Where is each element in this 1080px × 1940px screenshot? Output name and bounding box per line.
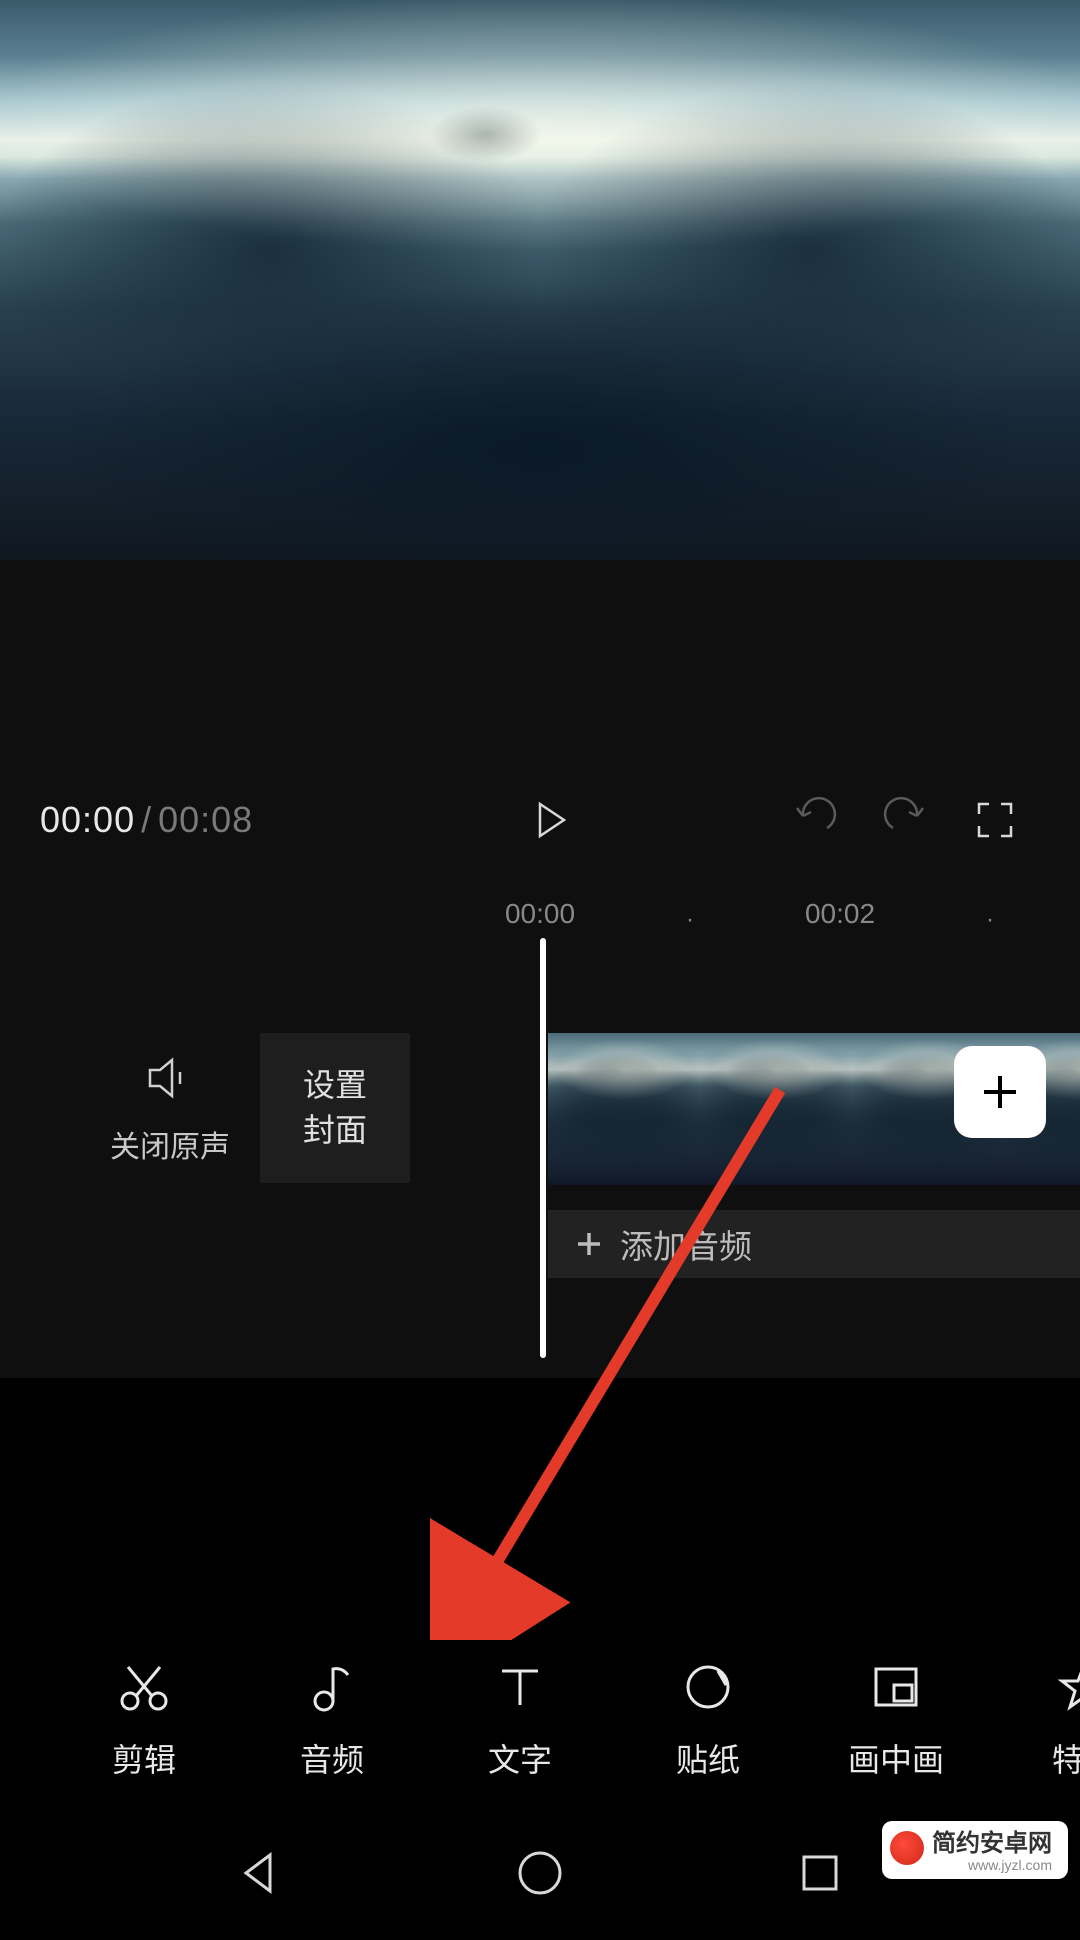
- circle-home-icon: [512, 1845, 568, 1901]
- video-preview[interactable]: [0, 0, 1080, 560]
- watermark-url: www.jyzl.com: [968, 1858, 1052, 1873]
- clip-frame: [700, 1033, 852, 1185]
- speaker-icon: [142, 1050, 198, 1106]
- triangle-back-icon: [232, 1845, 288, 1901]
- tool-sticker[interactable]: 贴纸: [614, 1640, 802, 1800]
- nav-recent-button[interactable]: [792, 1845, 848, 1906]
- star-icon: [1056, 1659, 1080, 1715]
- tool-label: 画中画: [848, 1735, 944, 1781]
- ruler-dot: ·: [986, 906, 994, 934]
- undo-icon: [791, 796, 839, 844]
- ruler-mark-0: 00:00: [505, 898, 575, 930]
- mute-label: 关闭原声: [110, 1122, 230, 1166]
- total-time: 00:08: [158, 799, 253, 841]
- add-audio-button[interactable]: 添加音频: [548, 1210, 1080, 1278]
- tool-pip[interactable]: 画中画: [802, 1640, 990, 1800]
- tool-effect[interactable]: 特效: [990, 1640, 1080, 1800]
- text-icon: [492, 1659, 548, 1715]
- undo-button[interactable]: [780, 785, 850, 855]
- tool-label: 剪辑: [112, 1735, 176, 1781]
- nav-back-button[interactable]: [232, 1845, 288, 1906]
- add-audio-label: 添加音频: [620, 1220, 752, 1268]
- playback-controls: 00:00 / 00:08: [0, 770, 1080, 870]
- fullscreen-icon: [971, 796, 1019, 844]
- preview-letterbox: [0, 560, 1080, 770]
- clip-frame: [548, 1033, 700, 1185]
- play-button[interactable]: [515, 785, 585, 855]
- ruler-dot: ·: [686, 906, 694, 934]
- play-icon: [526, 796, 574, 844]
- tool-label: 音频: [300, 1735, 364, 1781]
- current-time: 00:00: [40, 799, 135, 841]
- playhead[interactable]: [540, 938, 546, 1358]
- tool-text[interactable]: 文字: [426, 1640, 614, 1800]
- scissors-icon: [116, 1659, 172, 1715]
- watermark-title: 简约安卓网: [932, 1831, 1052, 1857]
- redo-button[interactable]: [870, 785, 940, 855]
- add-clip-button[interactable]: [954, 1046, 1046, 1138]
- pip-icon: [868, 1659, 924, 1715]
- fullscreen-button[interactable]: [960, 785, 1030, 855]
- preview-image: [0, 0, 1080, 560]
- tool-audio[interactable]: 音频: [238, 1640, 426, 1800]
- tool-label: 特效: [1052, 1735, 1080, 1781]
- square-recent-icon: [792, 1845, 848, 1901]
- set-cover-button[interactable]: 设置 封面: [260, 1033, 410, 1183]
- timeline-ruler[interactable]: 00:00 · 00:02 ·: [0, 870, 1080, 948]
- bottom-toolbar: 剪辑 音频 文字 贴纸 画中画 特效: [0, 1630, 1080, 1810]
- ruler-mark-2: 00:02: [805, 898, 875, 930]
- cover-label-line2: 封面: [303, 1108, 367, 1153]
- music-note-icon: [304, 1659, 360, 1715]
- time-separator: /: [141, 799, 152, 841]
- nav-home-button[interactable]: [512, 1845, 568, 1906]
- redo-icon: [881, 796, 929, 844]
- sticker-icon: [680, 1659, 736, 1715]
- watermark-badge: 简约安卓网 www.jyzl.com: [882, 1821, 1068, 1879]
- tool-label: 文字: [488, 1735, 552, 1781]
- plus-icon: [978, 1070, 1022, 1114]
- tool-edit[interactable]: 剪辑: [50, 1640, 238, 1800]
- timeline[interactable]: 关闭原声 设置 封面 添加音频: [0, 948, 1080, 1378]
- mute-original-button[interactable]: 关闭原声: [110, 1050, 230, 1166]
- tool-label: 贴纸: [676, 1735, 740, 1781]
- cover-label-line1: 设置: [303, 1063, 367, 1108]
- time-display: 00:00 / 00:08: [40, 799, 253, 841]
- plus-icon: [574, 1229, 604, 1259]
